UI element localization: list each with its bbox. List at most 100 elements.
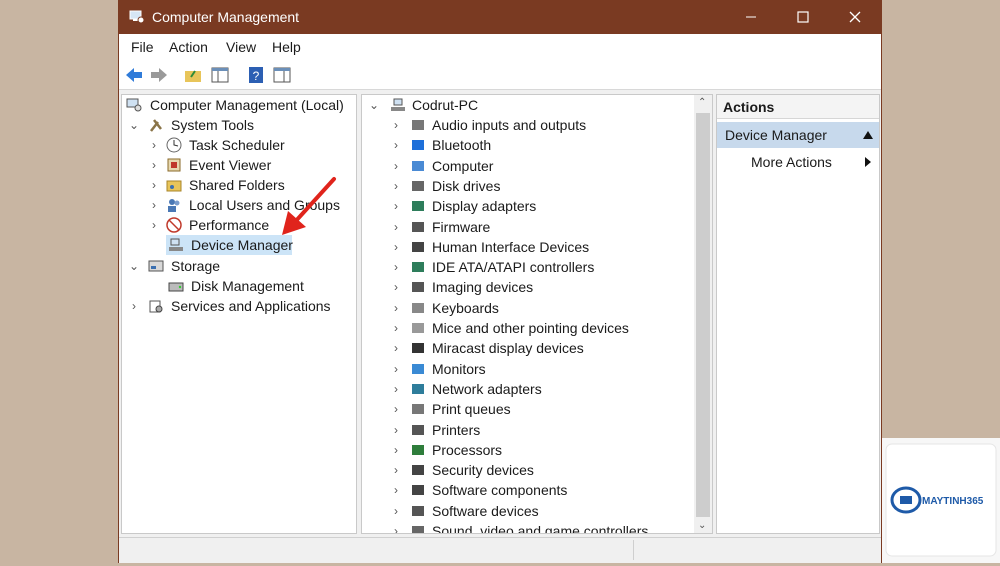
chevron-right-icon[interactable]: › — [390, 277, 402, 297]
chevron-right-icon[interactable]: › — [390, 480, 402, 500]
device-category-item[interactable]: › Miracast display devices — [366, 338, 686, 358]
device-category-label: Software devices — [432, 502, 539, 519]
device-category-item[interactable]: › Mice and other pointing devices — [366, 318, 686, 338]
chevron-right-icon[interactable]: › — [390, 115, 402, 135]
device-category-label: Software components — [432, 482, 568, 499]
tree-item-services[interactable]: › Services and Applications — [126, 296, 354, 316]
device-category-item[interactable]: › Audio inputs and outputs — [366, 115, 686, 135]
device-category-item[interactable]: › Computer — [366, 156, 686, 176]
device-category-item[interactable]: › Sound, video and game controllers — [366, 521, 686, 533]
show-hide-tree-icon[interactable] — [210, 65, 230, 85]
chevron-right-icon[interactable]: › — [390, 257, 402, 277]
device-category-icon — [412, 424, 424, 435]
chevron-right-icon[interactable]: › — [148, 155, 160, 175]
chevron-right-icon[interactable]: › — [390, 399, 402, 419]
device-category-item[interactable]: › Security devices — [366, 460, 686, 480]
chevron-right-icon[interactable]: › — [390, 440, 402, 460]
device-category-item[interactable]: › Disk drives — [366, 176, 686, 196]
svg-text:?: ? — [253, 69, 260, 83]
tree-item-task-scheduler[interactable]: › Task Scheduler — [148, 135, 354, 155]
folder-up-icon[interactable] — [183, 65, 203, 85]
minimize-button[interactable] — [725, 0, 777, 34]
device-category-item[interactable]: › Network adapters — [366, 379, 686, 399]
tree-item-disk-management[interactable]: Disk Management — [166, 276, 354, 296]
chevron-right-icon[interactable]: › — [390, 196, 402, 216]
more-actions-item[interactable]: More Actions — [717, 151, 879, 173]
device-category-icon — [412, 160, 424, 171]
device-category-item[interactable]: › Software components — [366, 480, 686, 500]
device-category-label: Mice and other pointing devices — [432, 320, 629, 336]
tree-item-storage[interactable]: ⌄ Storage — [126, 256, 354, 276]
menu-action[interactable]: Action — [169, 39, 208, 55]
actions-section-device-manager[interactable]: Device Manager — [717, 122, 879, 148]
chevron-right-icon[interactable]: › — [148, 135, 160, 155]
chevron-right-icon[interactable]: › — [390, 237, 402, 257]
chevron-right-icon[interactable]: › — [390, 135, 402, 155]
device-category-item[interactable]: › Bluetooth — [366, 135, 686, 155]
chevron-right-icon[interactable]: › — [390, 156, 402, 176]
chevron-right-icon[interactable]: › — [390, 521, 402, 533]
vertical-scrollbar[interactable]: ⌃ ⌄ — [694, 95, 712, 533]
chevron-down-icon[interactable]: ⌄ — [128, 256, 140, 276]
chevron-right-icon[interactable]: › — [390, 298, 402, 318]
device-tree-root[interactable]: ⌄ Codrut-PC — [366, 95, 686, 115]
device-category-item[interactable]: › Processors — [366, 440, 686, 460]
chevron-right-icon[interactable]: › — [390, 379, 402, 399]
collapse-up-icon[interactable] — [863, 131, 873, 139]
chevron-right-icon[interactable]: › — [390, 359, 402, 379]
window-title: Computer Management — [152, 9, 300, 25]
menu-file[interactable]: File — [131, 39, 154, 55]
forward-arrow-icon[interactable] — [149, 65, 169, 85]
scrollbar-thumb[interactable] — [696, 113, 710, 517]
disk-management-icon — [168, 282, 184, 292]
device-category-icon — [412, 302, 424, 313]
device-manager-icon — [169, 238, 183, 251]
actions-pane: Actions Device Manager More Actions — [716, 94, 880, 534]
chevron-right-icon[interactable]: › — [128, 296, 140, 316]
show-hide-action-pane-icon[interactable] — [272, 65, 292, 85]
status-bar — [119, 537, 881, 563]
chevron-right-icon[interactable]: › — [148, 215, 160, 235]
tree-item-event-viewer[interactable]: › Event Viewer — [148, 155, 354, 175]
maximize-button[interactable] — [777, 0, 829, 34]
device-category-item[interactable]: › Display adapters — [366, 196, 686, 216]
clock-icon — [166, 137, 182, 153]
device-category-item[interactable]: › Human Interface Devices — [366, 237, 686, 257]
chevron-right-icon[interactable]: › — [390, 460, 402, 480]
scroll-up-icon[interactable]: ⌃ — [698, 97, 706, 108]
back-arrow-icon[interactable] — [124, 65, 144, 85]
chevron-down-icon[interactable]: ⌄ — [128, 115, 140, 135]
title-bar[interactable]: Computer Management — [119, 0, 881, 34]
device-category-item[interactable]: › Print queues — [366, 399, 686, 419]
maximize-icon — [797, 11, 809, 23]
scroll-down-icon[interactable]: ⌄ — [698, 520, 706, 531]
chevron-right-icon[interactable]: › — [390, 318, 402, 338]
minimize-icon — [746, 16, 756, 18]
device-category-item[interactable]: › Monitors — [366, 359, 686, 379]
chevron-right-icon[interactable]: › — [390, 338, 402, 358]
chevron-right-icon[interactable]: › — [148, 195, 160, 215]
device-category-item[interactable]: › Imaging devices — [366, 277, 686, 297]
menu-help[interactable]: Help — [272, 39, 301, 55]
chevron-right-icon[interactable]: › — [148, 175, 160, 195]
help-icon[interactable]: ? — [246, 65, 266, 85]
chevron-right-icon[interactable]: › — [390, 420, 402, 440]
menu-view[interactable]: View — [226, 39, 256, 55]
tree-item-system-tools[interactable]: ⌄ System Tools — [126, 115, 354, 135]
device-category-item[interactable]: › Firmware — [366, 217, 686, 237]
chevron-right-icon[interactable]: › — [390, 217, 402, 237]
device-category-item[interactable]: › IDE ATA/ATAPI controllers — [366, 257, 686, 277]
device-category-label: Security devices — [432, 462, 534, 479]
chevron-right-icon[interactable]: › — [390, 176, 402, 196]
device-category-item[interactable]: › Keyboards — [366, 298, 686, 318]
device-category-item[interactable]: › Printers — [366, 420, 686, 440]
computer-management-icon — [126, 98, 142, 112]
toolbar: ? — [119, 60, 881, 90]
device-category-icon — [412, 465, 424, 476]
svg-text:MAYTINH365: MAYTINH365 — [922, 496, 984, 507]
chevron-right-icon[interactable]: › — [390, 501, 402, 521]
device-category-item[interactable]: › Software devices — [366, 501, 686, 521]
close-button[interactable] — [829, 0, 881, 34]
tree-item-root[interactable]: Computer Management (Local) — [126, 95, 354, 115]
chevron-down-icon[interactable]: ⌄ — [368, 95, 380, 115]
